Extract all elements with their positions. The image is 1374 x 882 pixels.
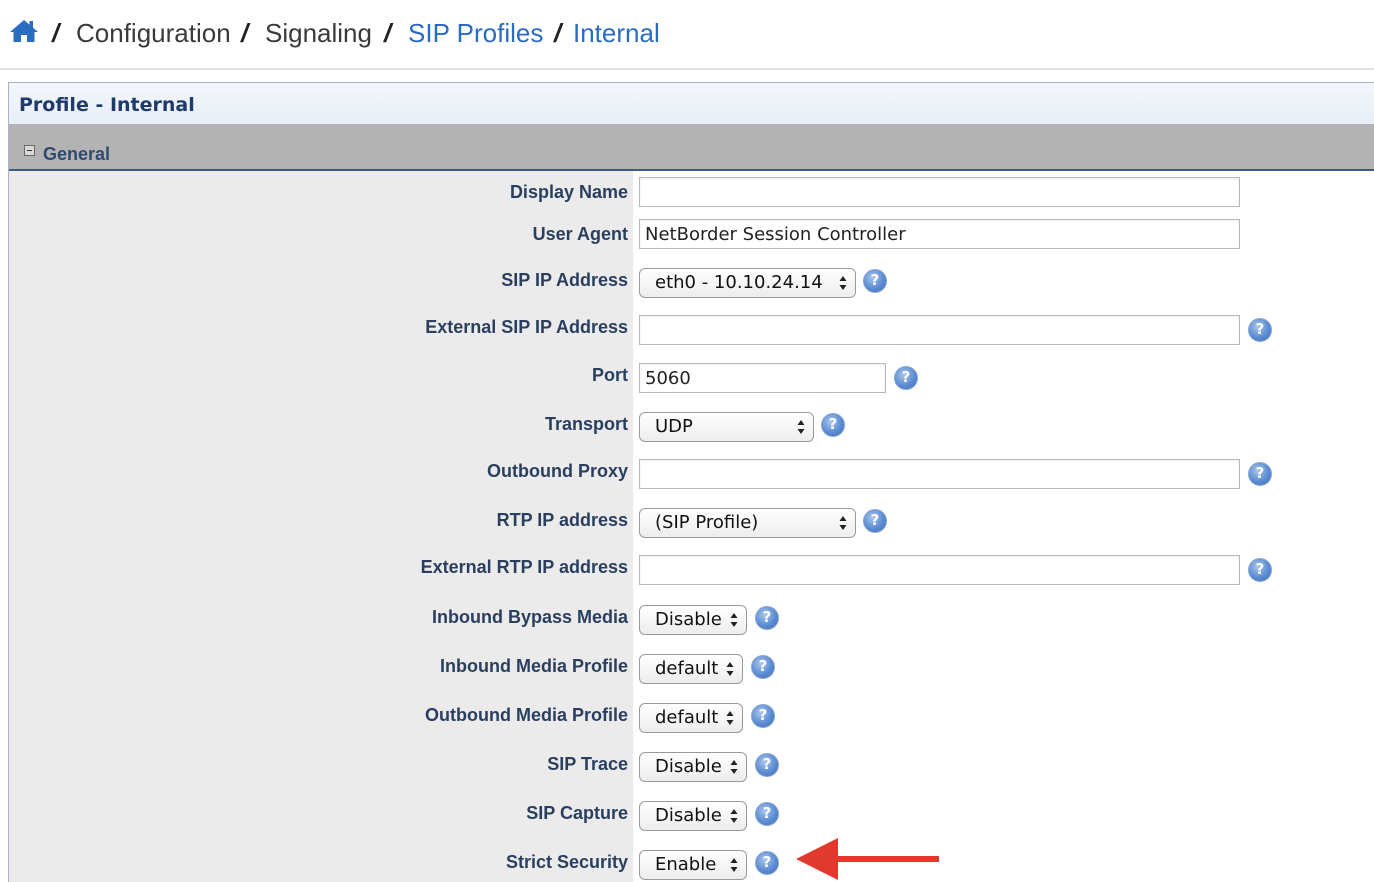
inbound-bypass-media-value: Disable xyxy=(655,609,722,630)
inbound-bypass-media-select[interactable]: Disable xyxy=(639,605,747,635)
inbound-media-profile-value: default xyxy=(655,658,719,679)
section-title: General xyxy=(43,144,111,164)
transport-help-icon[interactable] xyxy=(821,413,845,437)
rtp-ip-address-label: RTP IP address xyxy=(496,510,628,530)
rtp-ip-address-help-icon[interactable] xyxy=(863,509,887,533)
outbound-media-profile-help-icon[interactable] xyxy=(751,704,775,728)
sip-trace-select[interactable]: Disable xyxy=(639,752,747,782)
port-label: Port xyxy=(592,365,628,385)
display-name-label: Display Name xyxy=(509,182,628,202)
select-arrows-icon xyxy=(839,516,847,530)
user-agent-label: User Agent xyxy=(532,224,628,244)
outbound-media-profile-label: Outbound Media Profile xyxy=(425,705,628,725)
select-arrows-icon xyxy=(797,420,805,434)
sip-trace-label: SIP Trace xyxy=(547,754,628,774)
inbound-media-profile-label: Inbound Media Profile xyxy=(440,656,628,676)
sip-capture-label: SIP Capture xyxy=(526,803,628,823)
panel-title: Profile - Internal xyxy=(19,94,195,116)
select-arrows-icon xyxy=(730,858,738,872)
sip-ip-address-label: SIP IP Address xyxy=(501,270,628,290)
rtp-ip-address-select[interactable]: (SIP Profile) xyxy=(639,508,856,538)
breadcrumb-separator: / xyxy=(241,18,249,48)
breadcrumb-separator: / xyxy=(384,18,392,48)
outbound-proxy-input[interactable] xyxy=(639,459,1240,489)
inbound-bypass-media-help-icon[interactable] xyxy=(755,606,779,630)
port-help-icon[interactable] xyxy=(894,366,918,390)
sip-ip-address-select[interactable]: eth0 - 10.10.24.14 xyxy=(639,268,856,298)
outbound-media-profile-value: default xyxy=(655,707,719,728)
external-rtp-ip-address-label: External RTP IP address xyxy=(420,557,628,577)
select-arrows-icon xyxy=(730,613,738,627)
sip-capture-value: Disable xyxy=(655,805,722,826)
select-arrows-icon xyxy=(730,760,738,774)
strict-security-label: Strict Security xyxy=(505,852,628,872)
rtp-ip-address-value: (SIP Profile) xyxy=(655,512,759,533)
select-arrows-icon xyxy=(726,662,734,676)
user-agent-input[interactable] xyxy=(639,219,1240,249)
outbound-media-profile-select[interactable]: default xyxy=(639,703,743,733)
external-sip-ip-address-label: External SIP IP Address xyxy=(425,317,628,337)
strict-security-help-icon[interactable] xyxy=(755,851,779,875)
transport-select[interactable]: UDP xyxy=(639,412,814,442)
external-rtp-ip-address-help-icon[interactable] xyxy=(1248,558,1272,582)
select-arrows-icon xyxy=(730,809,738,823)
transport-label: Transport xyxy=(544,414,628,434)
sip-trace-value: Disable xyxy=(655,756,722,777)
strict-security-select[interactable]: Enable xyxy=(639,850,747,880)
port-input[interactable] xyxy=(639,363,886,393)
inbound-media-profile-help-icon[interactable] xyxy=(751,655,775,679)
breadcrumb: / Configuration / Signaling / SIP Profil… xyxy=(0,0,1374,70)
select-arrows-icon xyxy=(726,711,734,725)
breadcrumb-separator: / xyxy=(52,18,60,48)
external-sip-ip-address-help-icon[interactable] xyxy=(1248,318,1272,342)
inbound-media-profile-select[interactable]: default xyxy=(639,654,743,684)
breadcrumb-internal[interactable]: Internal xyxy=(573,18,660,48)
sip-ip-address-help-icon[interactable] xyxy=(863,269,887,293)
breadcrumb-signaling[interactable]: Signaling xyxy=(265,18,372,48)
outbound-proxy-label: Outbound Proxy xyxy=(487,461,628,481)
inbound-bypass-media-label: Inbound Bypass Media xyxy=(431,607,628,627)
select-arrows-icon xyxy=(839,276,847,290)
section-general-bar[interactable]: General xyxy=(9,125,1374,171)
breadcrumb-configuration[interactable]: Configuration xyxy=(76,18,231,48)
breadcrumb-sip-profiles[interactable]: SIP Profiles xyxy=(408,18,543,48)
outbound-proxy-help-icon[interactable] xyxy=(1248,462,1272,486)
external-rtp-ip-address-input[interactable] xyxy=(639,555,1240,585)
strict-security-value: Enable xyxy=(655,854,717,875)
sip-trace-help-icon[interactable] xyxy=(755,753,779,777)
sip-capture-select[interactable]: Disable xyxy=(639,801,747,831)
display-name-input[interactable] xyxy=(639,177,1240,207)
breadcrumb-separator: / xyxy=(554,18,562,48)
home-icon[interactable] xyxy=(9,18,39,44)
sip-capture-help-icon[interactable] xyxy=(755,802,779,826)
annotation-arrow-icon xyxy=(796,838,939,880)
collapse-icon[interactable] xyxy=(24,145,35,156)
sip-ip-address-value: eth0 - 10.10.24.14 xyxy=(655,272,823,293)
external-sip-ip-address-input[interactable] xyxy=(639,315,1240,345)
panel-header: Profile - Internal xyxy=(9,83,1374,125)
transport-value: UDP xyxy=(655,416,693,437)
